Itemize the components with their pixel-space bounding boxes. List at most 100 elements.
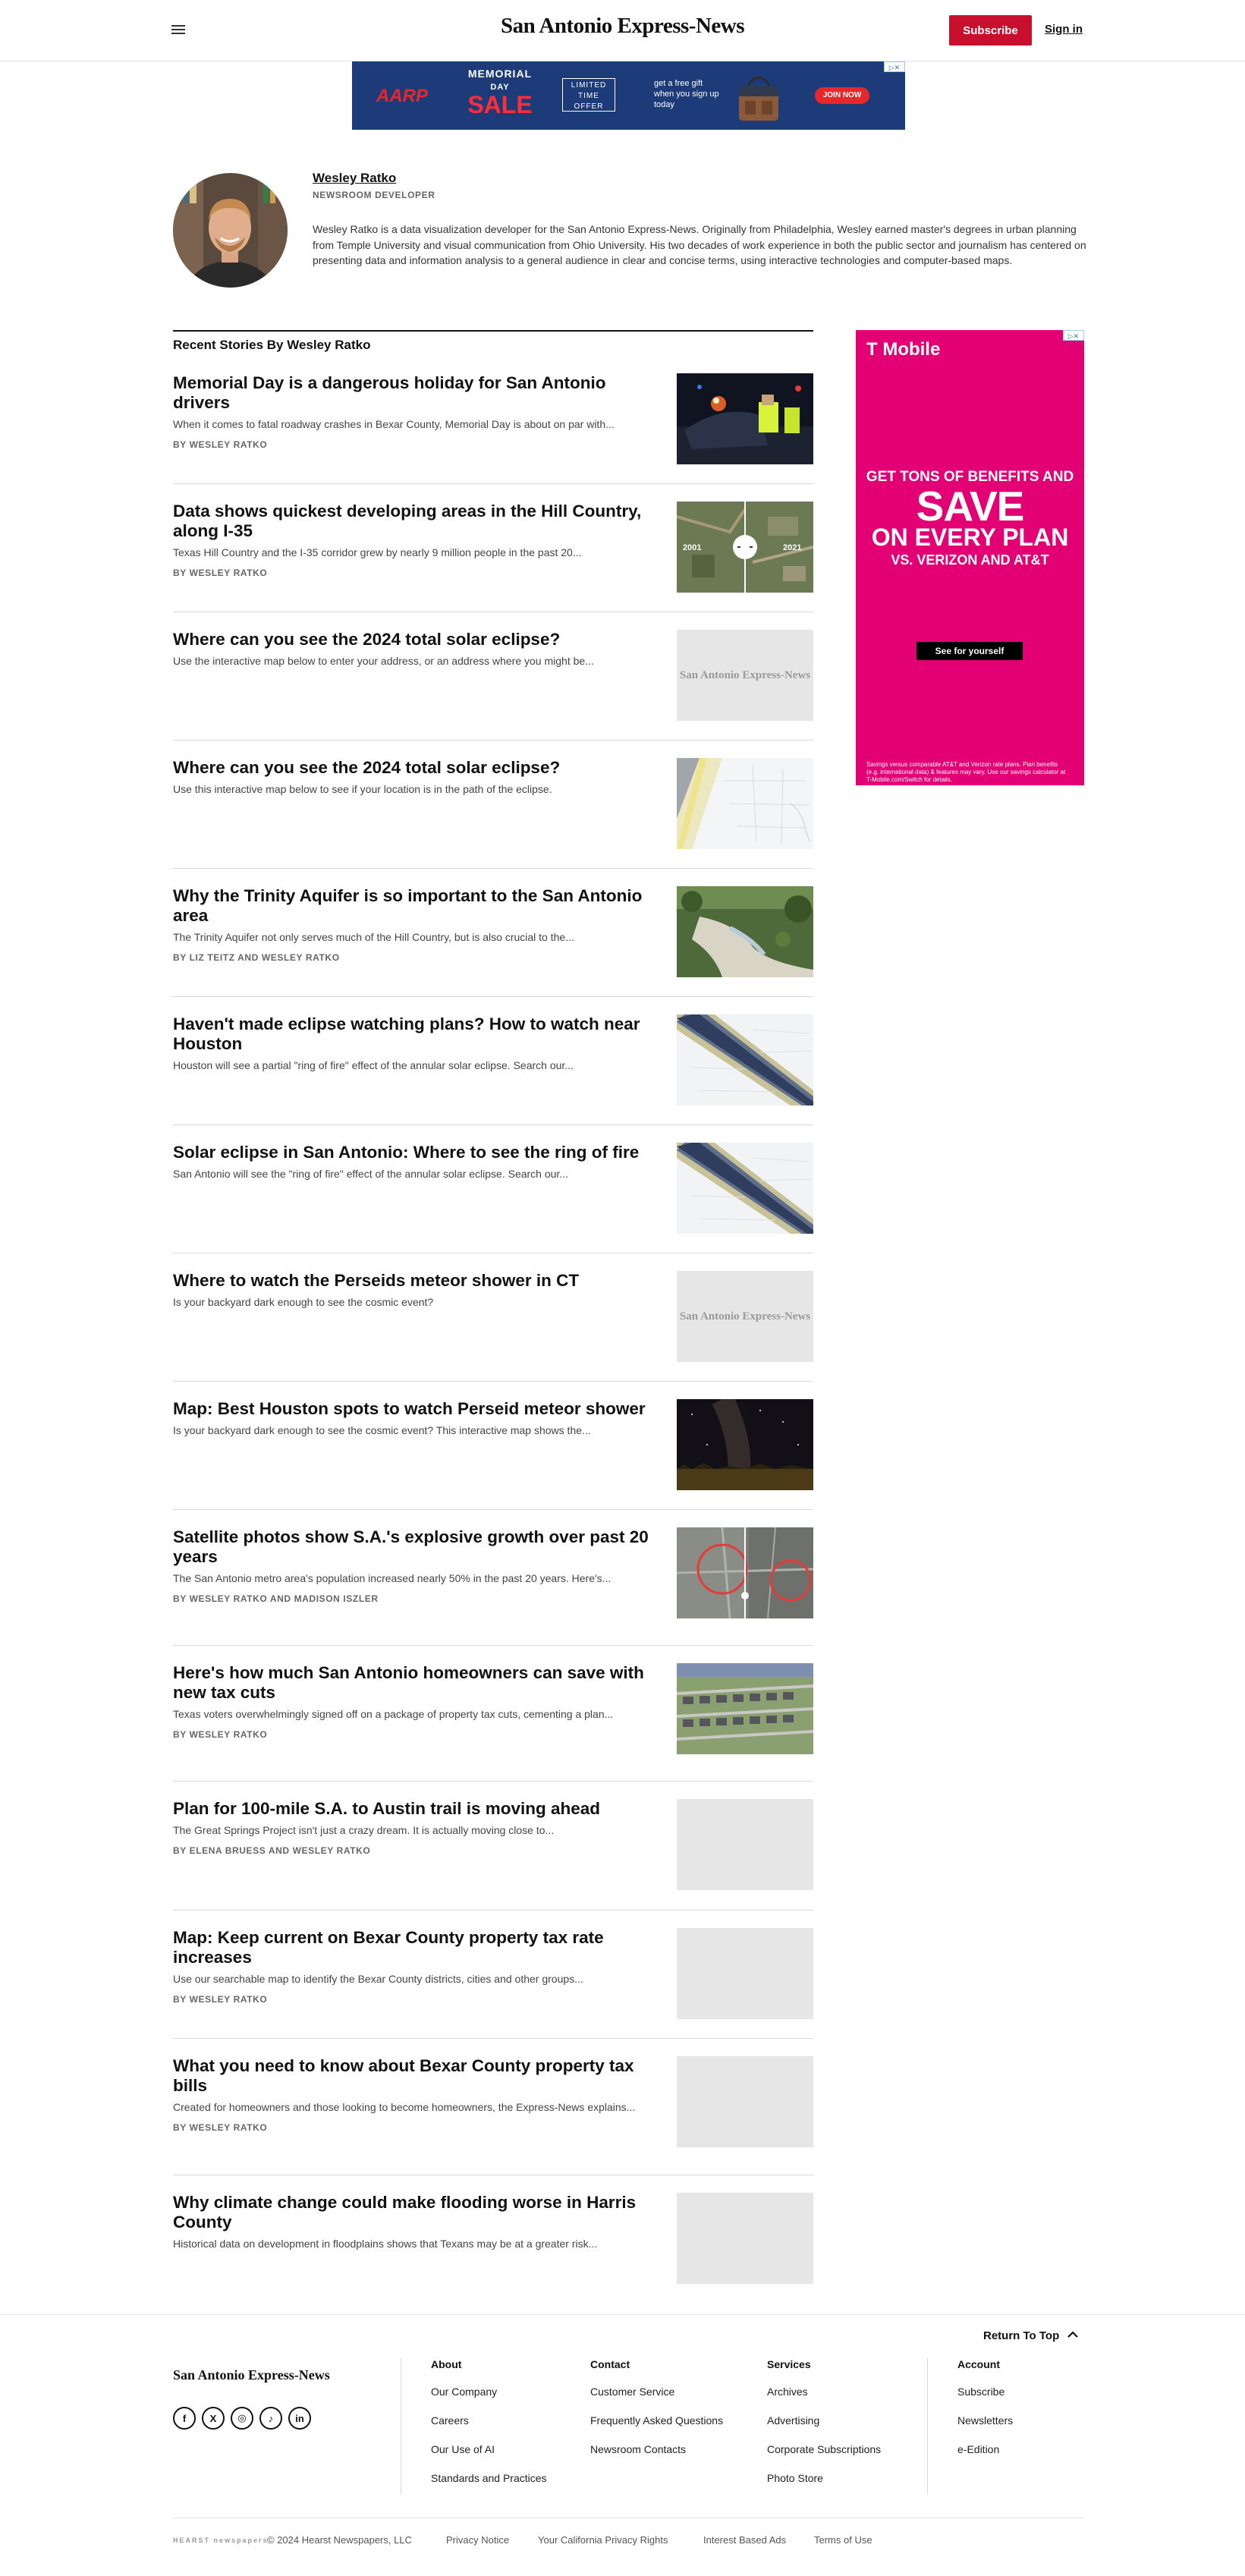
- footer-link[interactable]: Photo Store: [767, 2472, 823, 2484]
- story-summary: Texas voters overwhelmingly signed off o…: [173, 1708, 614, 1720]
- footer-link[interactable]: Careers: [431, 2414, 469, 2427]
- adchoices-icon[interactable]: ▷✕: [884, 61, 905, 72]
- story-thumbnail[interactable]: [677, 373, 813, 464]
- subscribe-button[interactable]: Subscribe: [949, 15, 1032, 46]
- legal-link[interactable]: Your California Privacy Rights: [538, 2534, 668, 2546]
- footer-link[interactable]: Frequently Asked Questions: [590, 2414, 723, 2427]
- story-divider: [173, 1910, 813, 1911]
- footer-link[interactable]: Customer Service: [590, 2386, 674, 2398]
- ad-brand: T Mobile: [866, 339, 941, 360]
- ad-brand: AARP: [376, 86, 429, 106]
- story-title[interactable]: Satellite photos show S.A.'s explosive g…: [173, 1527, 666, 1567]
- story-title[interactable]: Where to watch the Perseids meteor showe…: [173, 1271, 666, 1291]
- top-banner-ad[interactable]: AARP MEMORIAL DAY SALE LIMITED TIME OFFE…: [352, 61, 905, 130]
- story-thumbnail[interactable]: [677, 1928, 813, 2019]
- story-thumbnail[interactable]: [677, 1399, 813, 1490]
- side-ad[interactable]: T Mobile GET TONS OF BENEFITS AND SAVE O…: [856, 330, 1084, 785]
- adchoices-icon[interactable]: ▷✕: [1063, 330, 1084, 341]
- story-thumbnail[interactable]: [677, 886, 813, 977]
- story-thumbnail[interactable]: San Antonio Express-News: [677, 1271, 813, 1362]
- legal-link[interactable]: Interest Based Ads: [703, 2534, 786, 2546]
- story-title[interactable]: Where can you see the 2024 total solar e…: [173, 630, 666, 650]
- story-byline: BY WESLEY RATKO: [173, 1729, 268, 1740]
- story-thumbnail[interactable]: [677, 1799, 813, 1890]
- footer-link[interactable]: Advertising: [767, 2414, 819, 2427]
- facebook-icon[interactable]: f: [173, 2407, 196, 2430]
- instagram-icon[interactable]: ◎: [231, 2407, 253, 2430]
- footer-column-divider: [927, 2358, 928, 2495]
- story-divider: [173, 483, 813, 484]
- story-text: Why the Trinity Aquifer is so important …: [173, 886, 666, 963]
- story-title[interactable]: Map: Best Houston spots to watch Perseid…: [173, 1399, 666, 1419]
- story-summary: The San Antonio metro area's population …: [173, 1572, 611, 1584]
- ad-join-button[interactable]: JOIN NOW: [815, 87, 869, 104]
- story-divider: [173, 2038, 813, 2039]
- story-text: Here's how much San Antonio homeowners c…: [173, 1663, 666, 1740]
- story-title[interactable]: Memorial Day is a dangerous holiday for …: [173, 373, 666, 413]
- tiktok-icon[interactable]: ♪: [259, 2407, 282, 2430]
- ad-line: MEMORIAL: [467, 68, 533, 80]
- story-thumbnail[interactable]: [677, 2056, 813, 2147]
- footer-column-title: About: [431, 2358, 462, 2370]
- chevron-up-icon: [1067, 2331, 1079, 2338]
- story-thumbnail[interactable]: [677, 758, 813, 849]
- story-divider: [173, 1381, 813, 1382]
- footer-link[interactable]: Newsroom Contacts: [590, 2443, 686, 2455]
- footer-link[interactable]: Newsletters: [957, 2414, 1013, 2427]
- author-role: NEWSROOM DEVELOPER: [313, 190, 435, 200]
- story-thumbnail[interactable]: San Antonio Express-News: [677, 630, 813, 721]
- ad-headline: MEMORIAL DAY SALE: [458, 68, 542, 118]
- story-title[interactable]: Solar eclipse in San Antonio: Where to s…: [173, 1143, 666, 1162]
- story-thumbnail[interactable]: 2001 2021: [677, 502, 813, 593]
- story-title[interactable]: Data shows quickest developing areas in …: [173, 502, 666, 541]
- story-title[interactable]: Haven't made eclipse watching plans? How…: [173, 1014, 666, 1054]
- story-summary: Use our searchable map to identify the B…: [173, 1973, 583, 1985]
- ad-line: VS. VERIZON AND AT&T: [891, 552, 1049, 568]
- story-summary: San Antonio will see the "ring of fire" …: [173, 1168, 568, 1180]
- author-name[interactable]: Wesley Ratko: [313, 171, 396, 186]
- footer-link[interactable]: Our Use of AI: [431, 2443, 495, 2455]
- story-text: What you need to know about Bexar County…: [173, 2056, 666, 2133]
- story-thumbnail[interactable]: [677, 1014, 813, 1106]
- ad-line: ON EVERY PLAN: [871, 524, 1069, 551]
- legal-link[interactable]: Privacy Notice: [446, 2534, 509, 2546]
- return-to-top-link[interactable]: Return To Top: [983, 2329, 1079, 2342]
- hearst-logo[interactable]: HEARST newspapers: [173, 2537, 269, 2544]
- legal-link[interactable]: Terms of Use: [814, 2534, 872, 2546]
- footer-link[interactable]: Corporate Subscriptions: [767, 2443, 881, 2455]
- footer-link[interactable]: Archives: [767, 2386, 808, 2398]
- linkedin-icon[interactable]: in: [288, 2407, 311, 2430]
- story-summary: Historical data on development in floodp…: [173, 2238, 598, 2250]
- story-title[interactable]: Why climate change could make flooding w…: [173, 2193, 666, 2232]
- story-thumbnail[interactable]: [677, 1663, 813, 1754]
- svg-text:2021: 2021: [783, 543, 801, 552]
- footer-column-title: Contact: [590, 2358, 630, 2370]
- story-title[interactable]: Here's how much San Antonio homeowners c…: [173, 1663, 666, 1703]
- footer-link[interactable]: Standards and Practices: [431, 2472, 547, 2484]
- x-icon[interactable]: X: [202, 2407, 225, 2430]
- footer-link[interactable]: e-Edition: [957, 2443, 999, 2455]
- sign-in-link[interactable]: Sign in: [1045, 23, 1083, 36]
- story-title[interactable]: Where can you see the 2024 total solar e…: [173, 758, 666, 778]
- author-bio: Wesley Ratko is a data visualization dev…: [313, 223, 1086, 266]
- footer-logo[interactable]: San Antonio Express-News: [173, 2367, 330, 2383]
- story-title[interactable]: Map: Keep current on Bexar County proper…: [173, 1928, 666, 1967]
- story-text: Solar eclipse in San Antonio: Where to s…: [173, 1143, 666, 1181]
- site-header: San Antonio Express-News Subscribe Sign …: [0, 0, 1245, 61]
- story-thumbnail[interactable]: [677, 2193, 813, 2284]
- story-thumbnail[interactable]: [677, 1143, 813, 1234]
- story-byline: BY WESLEY RATKO: [173, 439, 268, 450]
- ad-gift-text: get a free gift when you sign up today: [654, 79, 719, 109]
- footer-link[interactable]: Our Company: [431, 2386, 497, 2398]
- story-byline: BY WESLEY RATKO: [173, 1994, 268, 2005]
- story-thumbnail[interactable]: [677, 1527, 813, 1618]
- story-title[interactable]: Plan for 100-mile S.A. to Austin trail i…: [173, 1799, 666, 1819]
- story-title[interactable]: What you need to know about Bexar County…: [173, 2056, 666, 2096]
- story-title[interactable]: Why the Trinity Aquifer is so important …: [173, 886, 666, 926]
- story-summary: The Great Springs Project isn't just a c…: [173, 1824, 555, 1836]
- footer-link[interactable]: Subscribe: [957, 2386, 1004, 2398]
- ad-fine-print: Savings versus comparable AT&T and Veriz…: [866, 761, 1066, 783]
- bag-image: [739, 76, 778, 121]
- story-divider: [173, 1645, 813, 1646]
- ad-cta-button[interactable]: See for yourself: [916, 642, 1023, 660]
